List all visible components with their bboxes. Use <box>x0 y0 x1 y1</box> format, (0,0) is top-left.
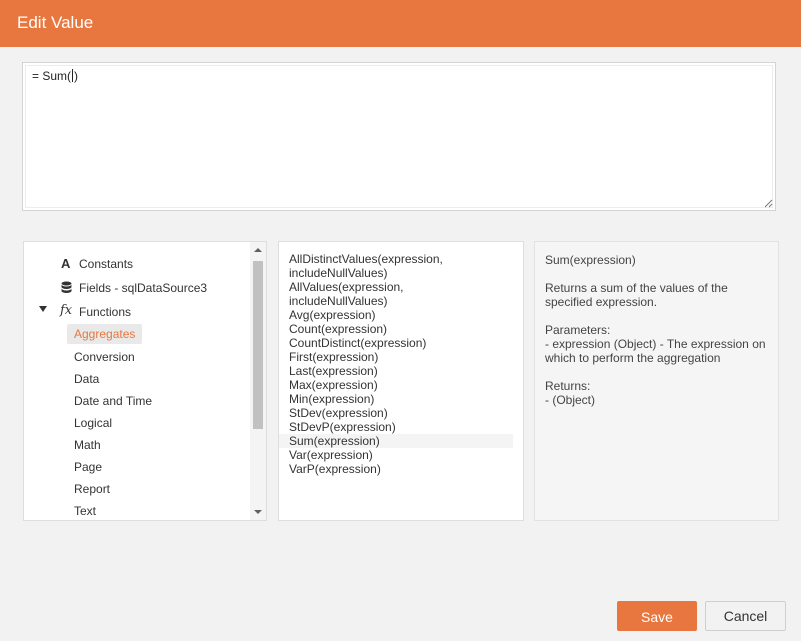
function-item[interactable]: StDev(expression) <box>279 406 513 420</box>
expression-editor[interactable]: = Sum() <box>22 62 776 211</box>
description-panel: Sum(expression) Returns a sum of the val… <box>534 241 779 521</box>
description-returns-text: - (Object) <box>545 393 596 407</box>
description-returns-heading: Returns: <box>545 379 591 393</box>
tree-sub-text[interactable]: Text <box>67 501 103 520</box>
constants-icon: A <box>61 256 71 271</box>
tree-sub-conversion[interactable]: Conversion <box>67 347 142 367</box>
function-item[interactable]: StDevP(expression) <box>279 420 513 434</box>
description-parameters-heading: Parameters: <box>545 323 611 337</box>
category-tree[interactable]: A Constants Fields - sqlDataSource3 fx F… <box>23 241 267 521</box>
tree-sub-date-and-time[interactable]: Date and Time <box>67 391 159 411</box>
resize-grip-icon[interactable] <box>764 199 773 208</box>
function-item-hovered[interactable]: Sum(expression) <box>279 434 513 448</box>
expression-text[interactable]: = Sum() <box>32 69 78 83</box>
tree-sub-math[interactable]: Math <box>67 435 108 455</box>
function-item[interactable]: Min(expression) <box>279 392 513 406</box>
expression-text-before: = Sum( <box>32 69 72 83</box>
tree-sub-data[interactable]: Data <box>67 369 106 389</box>
function-item[interactable]: First(expression) <box>279 350 513 364</box>
function-fx-icon: fx <box>60 303 73 318</box>
function-item[interactable]: Count(expression) <box>279 322 513 336</box>
tree-sub-report[interactable]: Report <box>67 479 117 499</box>
scroll-thumb[interactable] <box>253 261 263 429</box>
function-item[interactable]: CountDistinct(expression) <box>279 336 513 350</box>
function-item[interactable]: AllDistinctValues(expression, <box>279 252 513 266</box>
expression-text-after: ) <box>74 69 79 83</box>
function-item[interactable]: Var(expression) <box>279 448 513 462</box>
tree-item-functions-label: Functions <box>79 305 132 319</box>
save-button[interactable]: Save <box>617 601 697 631</box>
function-item[interactable]: VarP(expression) <box>279 462 513 476</box>
function-item[interactable]: AllValues(expression, includeNullValues) <box>279 280 513 308</box>
database-icon <box>61 281 72 293</box>
function-item[interactable]: Last(expression) <box>279 364 513 378</box>
function-item[interactable]: Max(expression) <box>279 378 513 392</box>
function-item[interactable]: Avg(expression) <box>279 308 513 322</box>
scroll-down-icon[interactable] <box>254 510 262 514</box>
tree-sub-aggregates[interactable]: Aggregates <box>67 324 143 344</box>
expand-arrow-icon[interactable] <box>39 306 47 312</box>
dialog-title: Edit Value <box>17 13 94 32</box>
cancel-button[interactable]: Cancel <box>705 601 786 631</box>
function-list: AllDistinctValues(expression, includeNul… <box>279 252 523 476</box>
function-item[interactable]: includeNullValues) <box>279 266 513 280</box>
text-caret <box>72 69 74 82</box>
dialog-header: Edit Value <box>0 0 801 47</box>
description-parameters-text: - expression (Object) - The expression o… <box>545 337 766 365</box>
description-summary: Returns a sum of the values of the speci… <box>545 281 728 309</box>
tree-sub-page[interactable]: Page <box>67 457 109 477</box>
tree-item-constants-label: Constants <box>79 257 134 271</box>
description-signature: Sum(expression) <box>545 253 636 267</box>
function-list-panel: AllDistinctValues(expression, includeNul… <box>278 241 524 521</box>
tree-sub-logical[interactable]: Logical <box>67 413 119 433</box>
tree-item-fields-label: Fields - sqlDataSource3 <box>79 281 208 295</box>
tree-scrollbar[interactable] <box>250 242 266 520</box>
scroll-up-icon[interactable] <box>254 248 262 252</box>
